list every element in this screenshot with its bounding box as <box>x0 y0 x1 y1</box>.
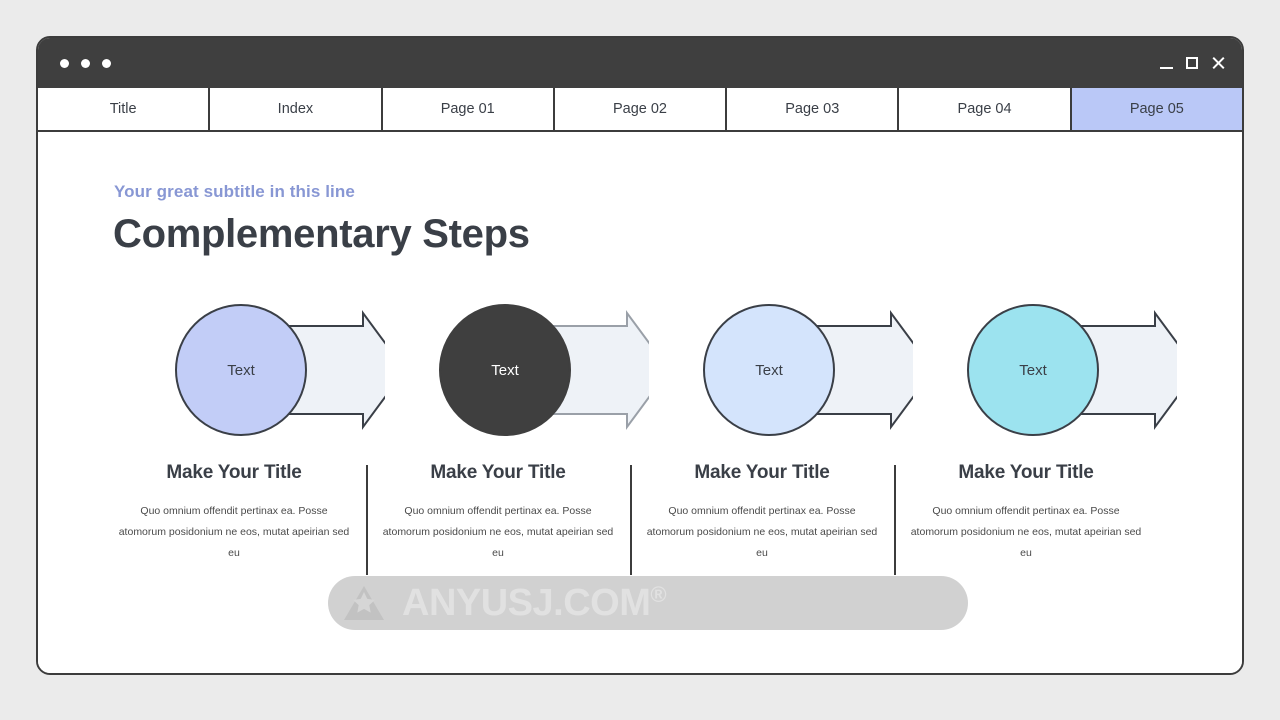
tab-label: Page 04 <box>957 101 1012 117</box>
step-graphic-2[interactable]: Text <box>439 300 649 440</box>
window-controls <box>1160 57 1224 70</box>
caption-divider-1 <box>366 465 368 575</box>
slide-title: Complementary Steps <box>113 212 530 256</box>
app-window: Title Index Page 01 Page 02 Page 03 Page… <box>36 36 1244 675</box>
tab-label: Page 02 <box>612 101 667 117</box>
step-circle-4 <box>967 304 1099 436</box>
step-caption-body-3: Quo omnium offendit pertinax ea. Posse a… <box>646 505 878 559</box>
screen: Title Index Page 01 Page 02 Page 03 Page… <box>0 0 1280 720</box>
window-titlebar[interactable] <box>38 38 1242 88</box>
step-caption-title-2: Make Your Title <box>430 462 566 483</box>
tab-page-03[interactable]: Page 03 <box>727 88 900 130</box>
maximize-icon[interactable] <box>1186 57 1198 69</box>
step-caption-title-4: Make Your Title <box>958 462 1094 483</box>
caption-divider-2 <box>630 465 632 575</box>
step-circle-3 <box>703 304 835 436</box>
step-circle-2 <box>439 304 571 436</box>
tab-label: Page 03 <box>785 101 840 117</box>
tab-index[interactable]: Index <box>210 88 383 130</box>
step-caption-1: Make Your Title Quo omnium offendit pert… <box>116 462 352 564</box>
tab-label: Index <box>277 101 314 117</box>
tab-page-02[interactable]: Page 02 <box>554 88 728 130</box>
window-dots <box>60 58 111 68</box>
steps-graphics-row: Text Text Text Text <box>38 300 1242 450</box>
watermark-label: ANYUSJ.COM <box>402 582 651 624</box>
step-caption-2: Make Your Title Quo omnium offendit pert… <box>380 462 616 564</box>
dot-icon <box>60 58 69 68</box>
slide-canvas: Your great subtitle in this line Complem… <box>38 132 1242 673</box>
tab-page-05[interactable]: Page 05 <box>1071 88 1242 130</box>
watermark-logo-icon <box>338 582 394 624</box>
step-caption-body-4: Quo omnium offendit pertinax ea. Posse a… <box>910 505 1142 559</box>
step-caption-title-1: Make Your Title <box>166 462 302 483</box>
tab-label: Page 05 <box>1129 101 1184 117</box>
step-caption-body-2: Quo omnium offendit pertinax ea. Posse a… <box>382 505 614 559</box>
dot-icon <box>102 58 111 68</box>
tab-label: Page 01 <box>440 101 495 117</box>
tab-page-01[interactable]: Page 01 <box>382 88 555 130</box>
slide-subtitle: Your great subtitle in this line <box>114 182 355 201</box>
step-caption-3: Make Your Title Quo omnium offendit pert… <box>644 462 880 564</box>
close-icon[interactable] <box>1211 57 1224 70</box>
watermark-text: ANYUSJ.COM® <box>402 582 667 624</box>
step-graphic-4[interactable]: Text <box>967 300 1177 440</box>
step-graphic-3[interactable]: Text <box>703 300 913 440</box>
minimize-icon[interactable] <box>1160 66 1173 69</box>
watermark-overlay: ANYUSJ.COM® <box>328 576 968 630</box>
tab-title[interactable]: Title <box>38 88 211 130</box>
watermark-registered-icon: ® <box>650 582 667 607</box>
step-circle-1 <box>175 304 307 436</box>
dot-icon <box>81 58 90 68</box>
step-graphic-1[interactable]: Text <box>175 300 385 440</box>
tab-label: Title <box>109 101 137 117</box>
step-caption-body-1: Quo omnium offendit pertinax ea. Posse a… <box>118 505 350 559</box>
tab-bar: Title Index Page 01 Page 02 Page 03 Page… <box>38 88 1242 132</box>
step-caption-title-3: Make Your Title <box>694 462 830 483</box>
tab-page-04[interactable]: Page 04 <box>899 88 1072 130</box>
step-caption-4: Make Your Title Quo omnium offendit pert… <box>908 462 1144 564</box>
caption-divider-3 <box>894 465 896 575</box>
